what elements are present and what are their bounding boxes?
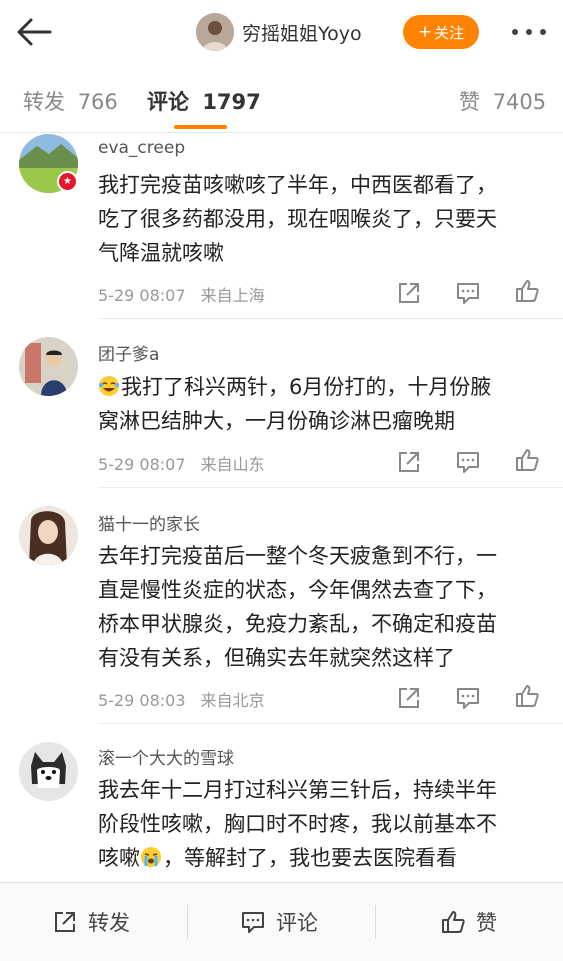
comment-username[interactable]: 滚一个大大的雪球 bbox=[98, 744, 234, 769]
comment-line: 气降温就咳嗽 bbox=[98, 241, 224, 265]
tab-likes-count: 7405 bbox=[492, 90, 547, 114]
divider bbox=[187, 905, 188, 939]
repost-label: 转发 bbox=[88, 911, 130, 935]
comment-label: 评论 bbox=[276, 911, 318, 935]
active-tab-indicator bbox=[174, 125, 227, 129]
laugh-cry-emoji-icon bbox=[99, 376, 119, 396]
comment-text: 我打了科兴两针，6月份打的，十月份腋 窝淋巴结肿大，一月份确诊淋巴瘤晚期 bbox=[98, 370, 548, 438]
share-icon[interactable] bbox=[396, 685, 422, 711]
reply-icon[interactable] bbox=[455, 280, 481, 306]
comment-line: 吃了很多药都没用，现在咽喉炎了，只要天 bbox=[98, 207, 497, 231]
divider bbox=[98, 723, 563, 724]
like-label: 赞 bbox=[476, 911, 497, 935]
comment-time: 5-29 08:03 bbox=[98, 691, 186, 710]
comment-location: 来自上海 bbox=[200, 286, 265, 305]
tab-likes-label: 赞 bbox=[459, 90, 480, 114]
share-icon[interactable] bbox=[396, 280, 422, 306]
comment-text: 我打完疫苗咳嗽咳了半年，中西医都看了， 吃了很多药都没用，现在咽喉炎了，只要天 … bbox=[98, 168, 548, 270]
comment-username[interactable]: 团子爹a bbox=[98, 340, 159, 365]
plus-icon: + bbox=[417, 22, 433, 42]
comment-line: 阶段性咳嗽，胸口时不时疼，我以前基本不 bbox=[98, 812, 497, 836]
author-name[interactable]: 穷摇姐姐Yoyo bbox=[242, 19, 362, 46]
comment-username[interactable]: eva_creep bbox=[98, 138, 185, 158]
comment-meta: 5-29 08:03 来自北京 bbox=[98, 687, 265, 711]
divider bbox=[98, 487, 563, 488]
comment-time: 5-29 08:07 bbox=[98, 455, 186, 474]
comment-line: 咳嗽 ，等解封了，我也要去医院看看 bbox=[98, 846, 457, 870]
tab-reposts-count: 766 bbox=[77, 90, 118, 114]
crying-emoji-icon bbox=[141, 847, 161, 867]
comment-meta: 5-29 08:07 来自山东 bbox=[98, 451, 265, 475]
back-arrow-icon[interactable] bbox=[14, 14, 54, 50]
divider bbox=[98, 318, 563, 319]
post-author[interactable]: 穷摇姐姐Yoyo bbox=[196, 13, 362, 51]
like-icon[interactable] bbox=[514, 683, 540, 709]
verified-badge-icon: ★ bbox=[57, 171, 78, 192]
comment-line: 直是慢性炎症的状态，今年偶然去查了下， bbox=[98, 578, 497, 602]
follow-label: 关注 bbox=[434, 23, 465, 42]
comment-list[interactable]: ★ eva_creep 我打完疫苗咳嗽咳了半年，中西医都看了， 吃了很多药都没用… bbox=[0, 132, 563, 882]
comment-text: 我去年十二月打过科兴第三针后，持续半年 阶段性咳嗽，胸口时不时疼，我以前基本不 … bbox=[98, 773, 548, 875]
comment-text: 去年打完疫苗后一整个冬天疲惫到不行，一 直是慢性炎症的状态，今年偶然去查了下， … bbox=[98, 539, 548, 675]
comment-line: 我去年十二月打过科兴第三针后，持续半年 bbox=[98, 778, 497, 802]
post-tabs: 转发 766 评论 1797 赞 7405 bbox=[0, 64, 563, 133]
tab-reposts-label: 转发 bbox=[23, 90, 65, 114]
comment-icon bbox=[242, 912, 264, 933]
comment-line: 窝淋巴结肿大，一月份确诊淋巴瘤晚期 bbox=[98, 409, 455, 433]
comment-line: 我打完疫苗咳嗽咳了半年，中西医都看了， bbox=[98, 173, 497, 197]
repost-icon bbox=[55, 912, 75, 932]
tab-likes[interactable]: 赞 7405 bbox=[459, 86, 546, 116]
like-icon[interactable] bbox=[514, 447, 540, 473]
comment-line: 我打了科兴两针，6月份打的，十月份腋 bbox=[98, 370, 548, 404]
tab-comments[interactable]: 评论 1797 bbox=[147, 86, 261, 116]
tab-reposts[interactable]: 转发 766 bbox=[23, 86, 118, 116]
comment-location: 来自山东 bbox=[200, 455, 265, 474]
comment-username[interactable]: 猫十一的家长 bbox=[98, 510, 200, 535]
reply-icon[interactable] bbox=[455, 449, 481, 475]
comment-line: 去年打完疫苗后一整个冬天疲惫到不行，一 bbox=[98, 544, 497, 568]
avatar[interactable] bbox=[19, 742, 78, 801]
comment-line: 桥本甲状腺炎，免疫力紊乱，不确定和疫苗 bbox=[98, 612, 497, 636]
author-avatar[interactable] bbox=[196, 13, 234, 51]
bottom-action-bar: 转发 评论 赞 bbox=[0, 882, 563, 961]
avatar[interactable] bbox=[19, 506, 78, 565]
tab-comments-label: 评论 bbox=[147, 90, 189, 114]
divider bbox=[375, 905, 376, 939]
comment-time: 5-29 08:07 bbox=[98, 286, 186, 305]
repost-button[interactable]: 转发 bbox=[52, 883, 130, 961]
comment-meta: 5-29 08:07 来自上海 bbox=[98, 282, 265, 306]
tab-comments-count: 1797 bbox=[202, 90, 261, 114]
comment-button[interactable]: 评论 bbox=[240, 883, 318, 961]
share-icon[interactable] bbox=[396, 449, 422, 475]
top-bar: 穷摇姐姐Yoyo + 关注 bbox=[0, 0, 563, 64]
reply-icon[interactable] bbox=[455, 685, 481, 711]
comment-line: 有没有关系，但确实去年就突然这样了 bbox=[98, 646, 455, 670]
more-options-icon[interactable] bbox=[509, 22, 549, 42]
like-icon bbox=[442, 911, 465, 933]
avatar[interactable] bbox=[19, 337, 78, 396]
like-icon[interactable] bbox=[514, 278, 540, 304]
comment-location: 来自北京 bbox=[200, 691, 265, 710]
follow-button[interactable]: + 关注 bbox=[403, 15, 479, 49]
like-button[interactable]: 赞 bbox=[440, 883, 497, 961]
